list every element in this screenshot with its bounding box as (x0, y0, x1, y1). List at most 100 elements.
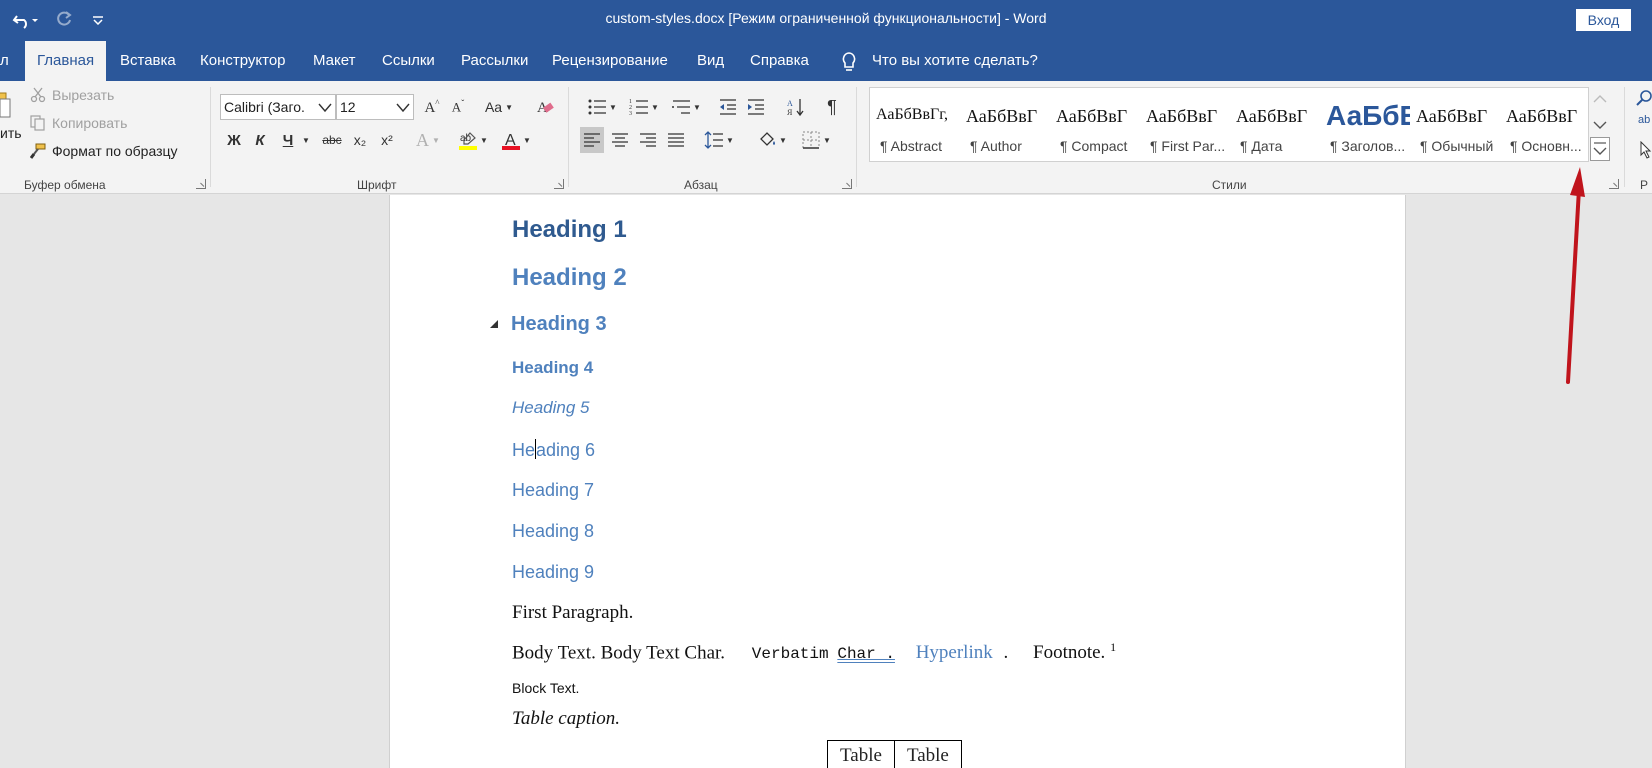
highlight-button[interactable]: ab ▼ (453, 127, 493, 153)
table-cell[interactable]: Table (827, 740, 895, 768)
chevron-down-icon: ▼ (432, 135, 440, 145)
heading-4[interactable]: Heading 4 (512, 358, 593, 378)
first-paragraph[interactable]: First Paragraph. (512, 602, 633, 624)
find-icon[interactable] (1636, 89, 1652, 107)
gallery-scroll-down-button[interactable] (1590, 113, 1610, 137)
gallery-more-button[interactable] (1590, 137, 1610, 161)
decrease-indent-button[interactable] (716, 94, 740, 120)
styles-gallery[interactable]: АаБбВвГг, ¶ Abstract АаБбВвГ ¶ Author Аа… (869, 87, 1589, 162)
style-abstract[interactable]: АаБбВвГг, ¶ Abstract (870, 88, 960, 163)
cut-button[interactable]: Вырезать (30, 87, 114, 103)
body-text-line[interactable]: Body Text. Body Text Char. Verbatim Char… (512, 640, 1116, 664)
svg-text:A: A (787, 99, 793, 108)
tab-review[interactable]: Рецензирование (552, 41, 668, 81)
styles-launcher-icon[interactable] (1609, 179, 1619, 189)
lightbulb-icon (842, 52, 856, 71)
show-marks-button[interactable]: ¶ (820, 94, 844, 120)
style-first-paragraph[interactable]: АаБбВвГ ¶ First Par... (1140, 88, 1230, 163)
verbatim-char-text: Char . (837, 645, 895, 664)
font-color-button[interactable]: A ▼ (496, 127, 536, 153)
style-name: ¶ Основн... (1510, 138, 1582, 154)
select-pointer-icon[interactable] (1640, 141, 1652, 159)
heading-7[interactable]: Heading 7 (512, 480, 594, 501)
heading-3[interactable]: Heading 3 (511, 313, 607, 336)
format-painter-button[interactable]: Формат по образцу (30, 143, 178, 159)
line-spacing-button[interactable]: ▼ (700, 127, 738, 153)
bold-button[interactable]: Ж (222, 127, 246, 153)
tab-view[interactable]: Вид (697, 41, 724, 81)
subscript-button[interactable]: x₂ (348, 127, 372, 153)
tab-file[interactable]: л (0, 41, 9, 81)
tab-references[interactable]: Ссылки (382, 41, 435, 81)
paste-icon[interactable] (0, 91, 14, 121)
copy-button[interactable]: Копировать (30, 115, 127, 131)
borders-button[interactable]: ▼ (796, 127, 836, 153)
footnote-reference[interactable]: 1 (1110, 640, 1116, 654)
shrink-font-button[interactable]: Aˇ (446, 94, 470, 120)
tab-design[interactable]: Конструктор (200, 41, 286, 81)
paste-button-label[interactable]: ить (0, 125, 22, 141)
title-bar: custom-styles.docx [Режим ограниченной ф… (0, 0, 1652, 41)
table-cell[interactable]: Table (893, 740, 962, 768)
underline-button[interactable]: Ч (276, 127, 300, 153)
tab-help[interactable]: Справка (750, 41, 809, 81)
hyperlink-text[interactable]: Hyperlink (916, 642, 993, 663)
heading-2[interactable]: Heading 2 (512, 264, 627, 292)
align-right-button[interactable] (636, 127, 660, 153)
chevron-down-icon: ▼ (693, 102, 701, 112)
heading-1[interactable]: Heading 1 (512, 216, 627, 244)
tab-layout[interactable]: Макет (313, 41, 355, 81)
font-size-combo[interactable]: 12 (336, 94, 414, 120)
paragraph-launcher-icon[interactable] (842, 179, 852, 189)
increase-indent-button[interactable] (744, 94, 768, 120)
tab-home[interactable]: Главная (25, 41, 107, 81)
gallery-scroll-up-button[interactable] (1590, 87, 1610, 111)
tell-me-search[interactable]: Что вы хотите сделать? (872, 41, 1038, 81)
font-name-value: Calibri (Заго. (224, 99, 305, 115)
multilevel-list-icon (672, 100, 691, 114)
clipboard-launcher-icon[interactable] (196, 179, 206, 189)
align-center-button[interactable] (608, 127, 632, 153)
table-caption[interactable]: Table caption. (512, 708, 620, 730)
strikethrough-button[interactable]: abc (318, 127, 346, 153)
italic-button[interactable]: К (248, 127, 272, 153)
style-body-text[interactable]: АаБбВвГ ¶ Основн... (1500, 88, 1590, 163)
document-table[interactable]: Table Table (827, 740, 962, 768)
tab-mailings[interactable]: Рассылки (461, 41, 528, 81)
change-case-button[interactable]: Aa ▼ (482, 94, 516, 120)
sort-button[interactable]: AЯ (784, 94, 808, 120)
heading-9[interactable]: Heading 9 (512, 562, 594, 583)
multilevel-list-button[interactable]: ▼ (666, 94, 706, 120)
replace-icon[interactable]: ab (1638, 114, 1650, 126)
text-effects-button[interactable]: A ▼ (412, 127, 444, 153)
style-author[interactable]: АаБбВвГ ¶ Author (960, 88, 1050, 163)
sign-in-button[interactable]: Вход (1576, 9, 1631, 31)
heading-6[interactable]: Heading 6 (512, 439, 595, 461)
style-name: ¶ Заголов... (1330, 138, 1406, 154)
clear-formatting-button[interactable]: A (533, 94, 557, 120)
style-name: ¶ Abstract (880, 138, 942, 154)
shading-button[interactable]: ▼ (752, 127, 792, 153)
superscript-button[interactable]: x² (375, 127, 399, 153)
collapse-heading-icon[interactable] (489, 319, 499, 329)
style-normal[interactable]: АаБбВвГ ¶ Обычный (1410, 88, 1500, 163)
style-compact[interactable]: АаБбВвГ ¶ Compact (1050, 88, 1140, 163)
style-preview: АаБбВвГ (1236, 106, 1308, 126)
justify-button[interactable] (664, 127, 688, 153)
chevron-down-icon: ▼ (651, 102, 659, 112)
align-left-button[interactable] (580, 127, 604, 153)
justify-icon (668, 133, 684, 147)
grow-font-button[interactable]: A^ (420, 94, 444, 120)
bullets-button[interactable]: ▼ (582, 94, 622, 120)
block-text[interactable]: Block Text. (512, 680, 579, 696)
tab-insert[interactable]: Вставка (120, 41, 176, 81)
style-date[interactable]: АаБбВвГ ¶ Дата (1230, 88, 1320, 163)
heading-8[interactable]: Heading 8 (512, 521, 594, 542)
numbering-button[interactable]: 123 ▼ (624, 94, 664, 120)
underline-dropdown-icon[interactable]: ▼ (300, 127, 312, 153)
heading-5[interactable]: Heading 5 (512, 398, 590, 418)
style-title[interactable]: АаБбЕ ¶ Заголов... (1320, 88, 1410, 163)
font-name-combo[interactable]: Calibri (Заго. (220, 94, 336, 120)
editing-group-label: Р (1640, 178, 1649, 192)
font-launcher-icon[interactable] (554, 179, 564, 189)
